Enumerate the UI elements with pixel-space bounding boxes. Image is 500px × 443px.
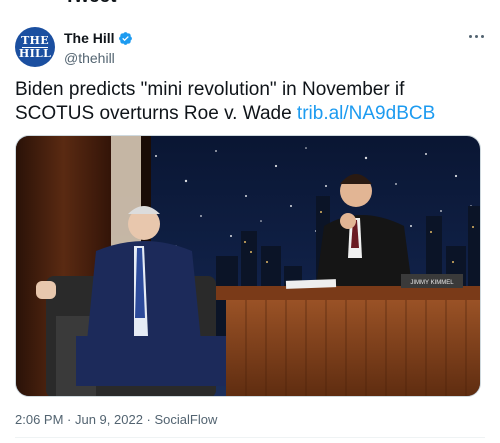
tweet-media-photo[interactable]: JIMMY KIMMEL <box>15 135 481 397</box>
avatar-text-bottom: HILL <box>18 46 52 60</box>
author-block: The Hill @thehill <box>64 30 133 66</box>
tweet-time[interactable]: 2:06 PM <box>15 412 63 427</box>
photo-image: JIMMY KIMMEL <box>16 136 480 396</box>
page-header: Tweet <box>0 0 500 8</box>
avatar[interactable]: THE HILL <box>15 27 55 67</box>
display-name[interactable]: The Hill <box>64 30 115 46</box>
handle[interactable]: @thehill <box>64 50 133 66</box>
meta-separator: · <box>63 412 75 427</box>
tweet-date[interactable]: Jun 9, 2022 <box>75 412 143 427</box>
meta-separator: · <box>142 412 155 427</box>
name-row: The Hill <box>64 30 133 46</box>
tweet-source[interactable]: SocialFlow <box>155 412 218 427</box>
nameplate-text: JIMMY KIMMEL <box>410 280 454 286</box>
divider <box>15 437 485 438</box>
avatar-text-top: THE <box>21 33 49 47</box>
page-title: Tweet <box>64 0 116 8</box>
more-options-icon[interactable] <box>466 30 486 42</box>
tweet-text: Biden predicts "mini revolution" in Nove… <box>15 78 485 126</box>
verified-badge-icon <box>118 31 132 45</box>
tweet-link[interactable]: trib.al/NA9dBCB <box>297 103 435 124</box>
tweet-meta: 2:06 PM · Jun 9, 2022 · SocialFlow <box>15 412 217 427</box>
